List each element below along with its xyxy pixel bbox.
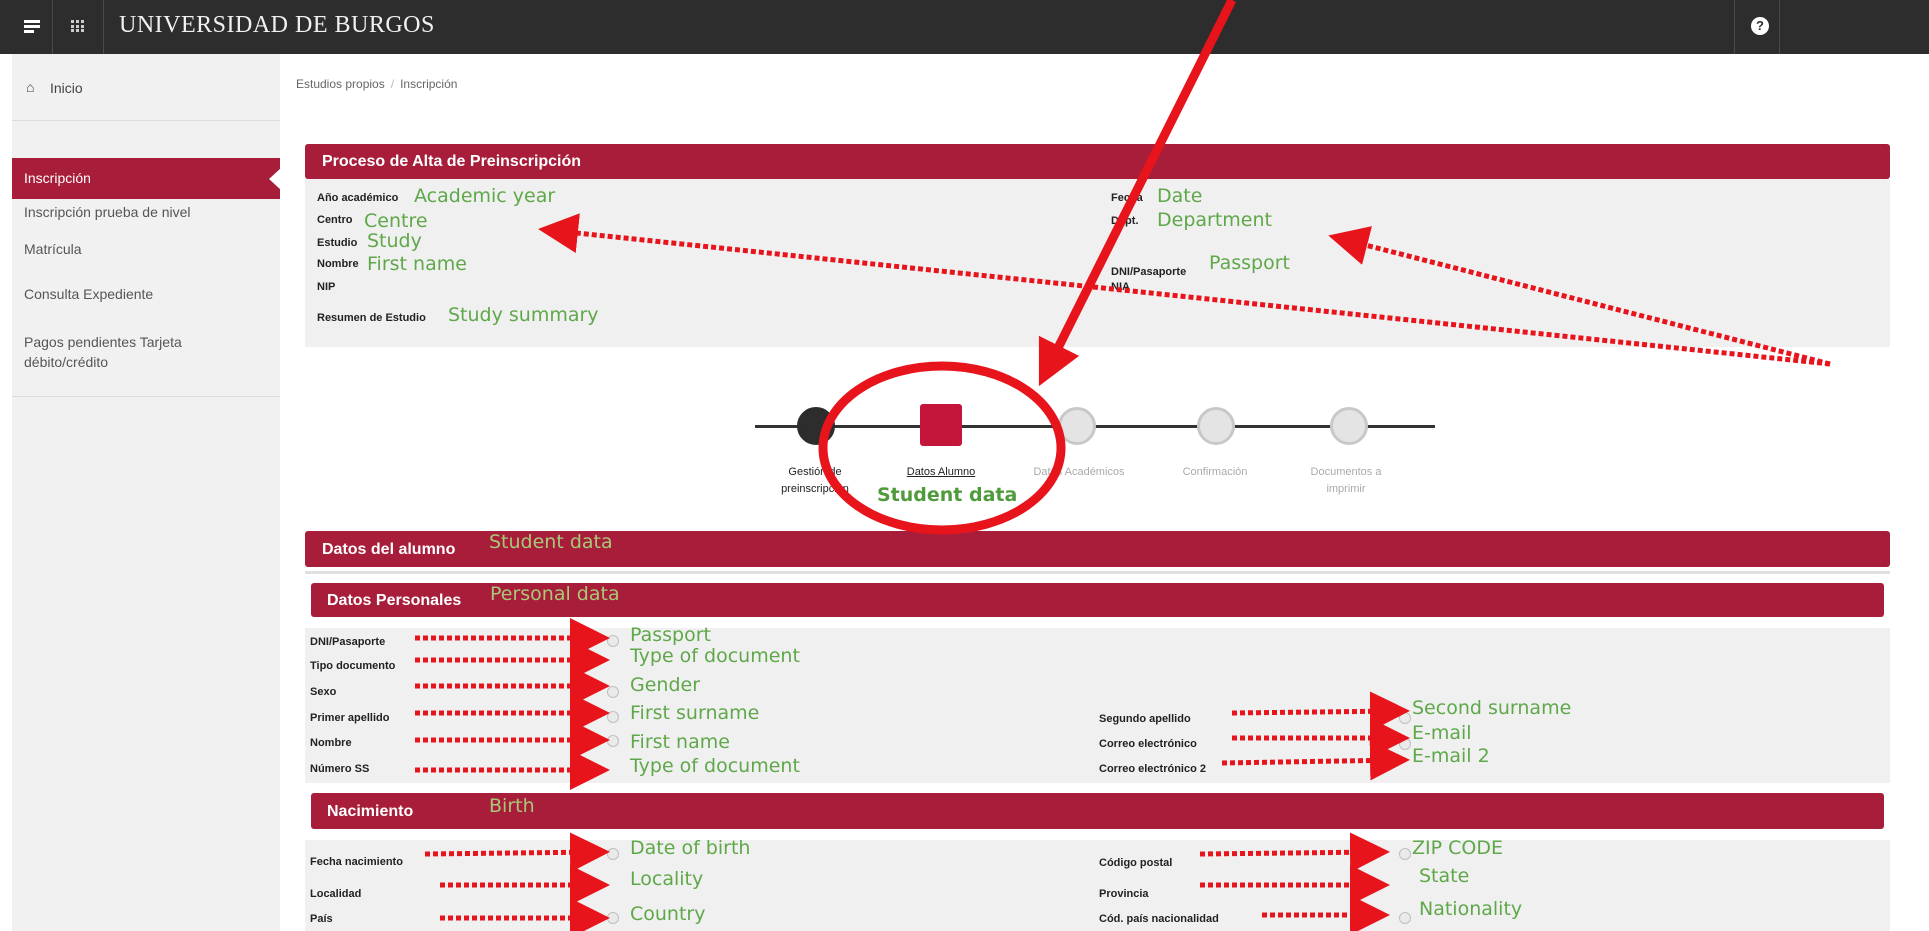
pointer-arrow [1038,0,1237,387]
dotted-arrow [1231,691,1410,732]
highlight-circle [818,361,1066,535]
dotted-arrow [1328,226,1831,367]
dotted-arrow [1199,832,1390,873]
dotted-arrow [424,832,610,873]
dotted-arrow [538,213,1831,367]
dotted-arrow [1221,740,1410,781]
annotation-overlay [415,0,1831,931]
